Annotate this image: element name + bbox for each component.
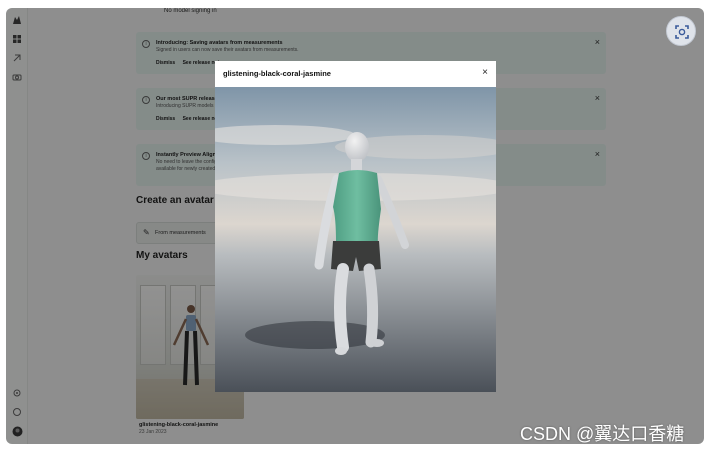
screenshot-button[interactable]	[666, 16, 696, 46]
watermark-text: CSDN @翼达口香糖	[520, 424, 685, 444]
avatar-preview-modal: glistening-black-coral-jasmine ×	[215, 61, 496, 392]
avatar-render	[215, 87, 496, 392]
close-icon[interactable]: ×	[482, 67, 488, 78]
screenshot-icon	[675, 25, 689, 39]
modal-header: glistening-black-coral-jasmine ×	[215, 61, 496, 87]
app-window: No model signing in i Introducing: Savin…	[6, 8, 704, 444]
modal-title: glistening-black-coral-jasmine	[223, 69, 331, 78]
3d-viewer[interactable]	[215, 87, 496, 392]
